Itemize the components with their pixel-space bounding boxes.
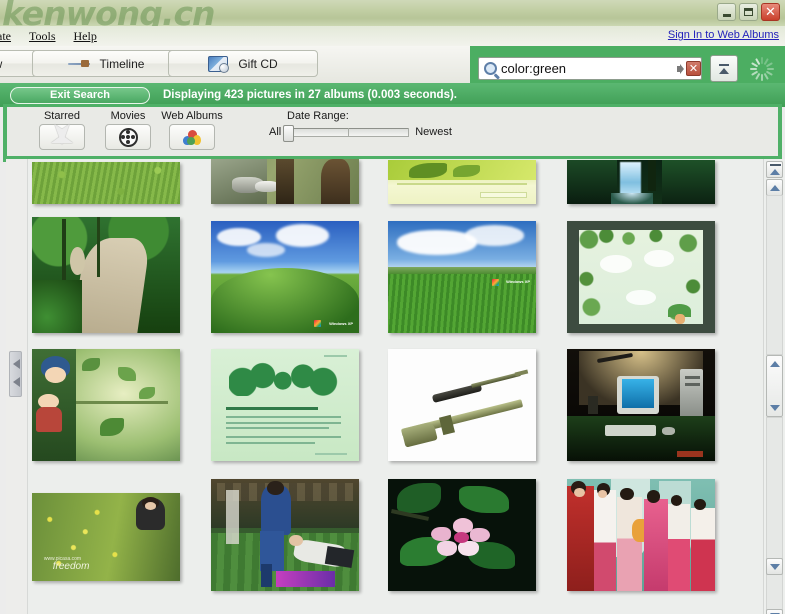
minimize-icon: [722, 13, 731, 17]
film-reel-icon: [118, 127, 138, 147]
scroll-to-last-button[interactable]: [766, 609, 783, 614]
collapse-left-panel-handle[interactable]: [9, 351, 22, 397]
close-button[interactable]: ✕: [761, 3, 780, 21]
scroll-up-button[interactable]: [766, 179, 783, 196]
menu-item-create-label: ate: [0, 28, 11, 43]
chevron-up-icon: [769, 184, 780, 191]
vertical-scrollbar[interactable]: [763, 159, 785, 614]
date-range-slider[interactable]: [283, 124, 410, 142]
photo-thumbnail[interactable]: www.picasa.com freedom: [32, 493, 180, 581]
photo-thumbnail[interactable]: [388, 479, 536, 591]
restore-button[interactable]: [739, 3, 758, 21]
photo-thumbnail[interactable]: [32, 162, 180, 204]
photo-thumbnail[interactable]: [32, 349, 180, 461]
web-albums-icon: [182, 129, 202, 146]
scroll-first-arrow-icon: [769, 168, 780, 175]
photo-thumbnail[interactable]: Windows XP: [388, 221, 536, 333]
window-controls: ✕: [717, 3, 780, 21]
scroll-first-bar-icon: [770, 164, 781, 166]
collapse-search-button[interactable]: [710, 55, 738, 82]
date-range-label: Date Range:: [287, 110, 349, 122]
photo-thumbnail[interactable]: Windows XP: [211, 221, 359, 333]
photo-thumbnail[interactable]: [211, 159, 359, 204]
gift-cd-icon: [208, 55, 230, 73]
timeline-icon: [67, 57, 90, 70]
thumb-down-icon: [769, 405, 780, 411]
restore-icon: [744, 8, 753, 16]
filter-web-albums-button[interactable]: [169, 124, 215, 150]
search-status-text: Displaying 423 pictures in 27 albums (0.…: [163, 89, 458, 101]
menu-bar: ate Tools Help Sign In to Web Albums: [0, 26, 785, 46]
photo-thumbnail[interactable]: [567, 160, 715, 204]
search-result-bar: Exit Search Displaying 423 pictures in 2…: [0, 83, 785, 107]
photo-thumbnail[interactable]: [567, 479, 715, 591]
photo-thumbnail[interactable]: [32, 217, 180, 333]
photo-thumbnail[interactable]: [388, 349, 536, 461]
speaker-icon: [677, 63, 684, 74]
search-icon: [484, 62, 497, 75]
timeline-button-label: Timeline: [99, 56, 145, 71]
date-range-slider-thumb[interactable]: [283, 124, 295, 142]
chevron-down-icon: [769, 563, 780, 570]
menu-item-help[interactable]: Help: [65, 27, 106, 46]
filter-web-albums[interactable]: Web Albums: [149, 110, 235, 150]
scroll-down-button[interactable]: [766, 558, 783, 575]
sign-in-web-albums-link[interactable]: Sign In to Web Albums: [668, 29, 779, 41]
slideshow-button-label: w: [0, 57, 2, 71]
photo-thumbnail[interactable]: [211, 349, 359, 461]
star-icon: [51, 134, 73, 143]
filter-movies-button[interactable]: [105, 124, 151, 150]
scrollbar-thumb[interactable]: [766, 355, 783, 417]
clear-search-button[interactable]: ✕: [686, 61, 701, 76]
close-icon: ✕: [765, 4, 776, 20]
date-range-min-label: All: [269, 126, 282, 138]
timeline-button[interactable]: Timeline: [32, 50, 180, 77]
photo-grid-area: Windows XP Windows XP www.picasa.com fre…: [6, 159, 763, 614]
filter-starred-button[interactable]: [39, 124, 85, 150]
date-range-max-label: Newest: [415, 126, 452, 138]
gift-cd-button[interactable]: Gift CD: [168, 50, 318, 77]
collapse-up-icon: [718, 63, 730, 75]
photo-thumbnail[interactable]: [567, 349, 715, 461]
menu-item-create[interactable]: ate: [0, 27, 20, 46]
picasa-window: kenwong.cn ✕ ate Tools Help Sign In to W…: [0, 0, 785, 614]
filter-starred[interactable]: Starred: [27, 110, 97, 150]
photo-thumbnail[interactable]: [211, 479, 359, 591]
exit-search-button[interactable]: Exit Search: [10, 86, 150, 104]
menu-item-help-label: Help: [73, 28, 97, 43]
menu-item-tools-label: Tools: [29, 28, 56, 43]
filter-web-albums-label: Web Albums: [161, 110, 223, 122]
gift-cd-button-label: Gift CD: [238, 56, 278, 71]
photo-thumbnail[interactable]: [388, 160, 536, 204]
filter-starred-label: Starred: [43, 110, 81, 122]
search-filter-panel: Starred Movies Web Albums Date Range: Al…: [4, 106, 781, 159]
date-range-filter: Date Range: All Newest: [269, 110, 452, 142]
scroll-track-upper[interactable]: [766, 195, 783, 355]
loading-spinner-icon: [750, 57, 774, 81]
photo-grid: Windows XP Windows XP www.picasa.com fre…: [30, 159, 763, 614]
scroll-to-first-button[interactable]: [766, 161, 783, 178]
search-box[interactable]: ✕: [478, 57, 702, 80]
thumb-up-icon: [769, 361, 780, 367]
menu-item-tools[interactable]: Tools: [20, 27, 65, 46]
scroll-track-lower[interactable]: [766, 417, 783, 614]
photo-thumbnail[interactable]: [567, 221, 715, 333]
title-bar: kenwong.cn ✕: [0, 0, 785, 26]
main-toolbar: w Timeline Gift CD ✕: [0, 46, 785, 90]
search-input[interactable]: [501, 61, 677, 76]
left-rail: [6, 159, 28, 614]
minimize-button[interactable]: [717, 3, 736, 21]
watermark-text: kenwong.cn: [2, 0, 216, 26]
